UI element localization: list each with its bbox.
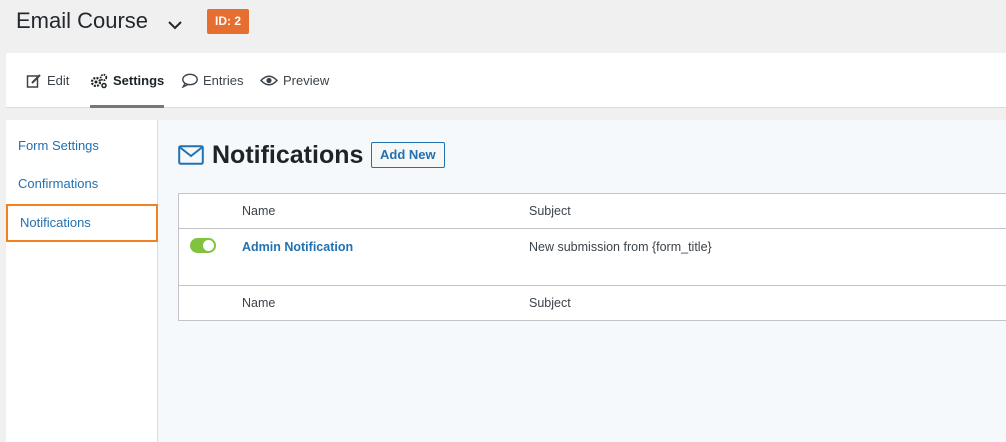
column-footer-subject[interactable]: Subject [529, 296, 571, 310]
settings-sidebar: Form Settings Confirmations Notification… [6, 120, 158, 442]
notification-subject: New submission from {form_title} [529, 240, 712, 254]
envelope-icon [178, 145, 204, 165]
tab-preview-label: Preview [283, 73, 330, 88]
page-heading: Notifications [178, 140, 363, 170]
notifications-table: Name Subject Admin Notification New subm… [178, 193, 1006, 321]
table-header-row: Name Subject [179, 194, 1006, 229]
add-new-button[interactable]: Add New [371, 142, 445, 168]
table-footer-row: Name Subject [179, 286, 1006, 321]
table-row: Admin Notification New submission from {… [179, 229, 1006, 286]
chevron-down-icon[interactable] [166, 16, 184, 34]
sidebar-item-form-settings[interactable]: Form Settings [6, 129, 154, 163]
column-footer-name[interactable]: Name [242, 296, 275, 310]
eye-icon [260, 75, 278, 86]
tab-edit-label: Edit [47, 73, 70, 88]
form-id-badge: ID: 2 [207, 9, 250, 34]
tab-settings[interactable]: Settings [90, 53, 165, 108]
toggle-knob [203, 240, 214, 251]
tab-settings-label: Settings [113, 73, 165, 88]
form-title: Email Course [16, 8, 149, 33]
form-tab-bar: Edit Settings Entries Preview [6, 53, 1006, 108]
title-bar: Email Course ID: 2 [0, 0, 1006, 52]
notification-enabled-toggle[interactable] [190, 238, 216, 253]
edit-icon [26, 73, 41, 88]
tab-edit[interactable]: Edit [26, 53, 69, 108]
sidebar-item-confirmations[interactable]: Confirmations [6, 167, 154, 201]
gears-icon [90, 73, 108, 88]
page-title: Notifications [212, 140, 364, 169]
notification-name-link[interactable]: Admin Notification [242, 240, 353, 254]
tab-entries-label: Entries [203, 73, 244, 88]
sidebar-item-notifications[interactable]: Notifications [6, 204, 158, 242]
notifications-panel: Notifications Add New Name Subject Admin… [158, 120, 1006, 442]
tab-preview[interactable]: Preview [260, 53, 329, 108]
column-header-subject[interactable]: Subject [529, 204, 571, 218]
speech-bubble-icon [181, 73, 198, 88]
tab-entries[interactable]: Entries [181, 53, 243, 108]
column-header-name[interactable]: Name [242, 204, 275, 218]
